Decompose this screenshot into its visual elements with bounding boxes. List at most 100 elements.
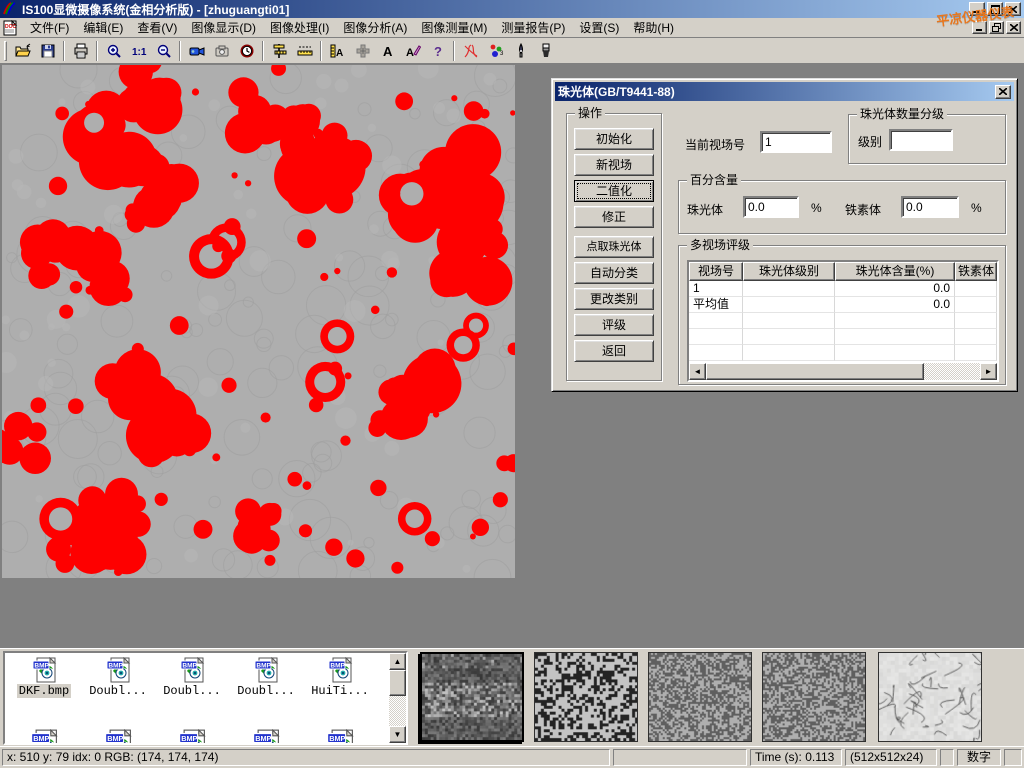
curve-button[interactable] (458, 39, 483, 62)
measure-text-button[interactable]: A (325, 39, 350, 62)
maximize-button[interactable] (987, 2, 1003, 16)
menu-item-4[interactable]: 图像显示(D) (184, 17, 263, 38)
scrollbar-thumb[interactable] (389, 670, 406, 696)
dialog-title-bar[interactable]: 珠光体(GB/T9441-88) (555, 82, 1014, 101)
op-button-3[interactable]: 二值化 (574, 180, 654, 202)
annotate-button[interactable]: A (400, 39, 425, 62)
file-item[interactable]: BMPDoubl... (81, 657, 155, 698)
op-button-6[interactable]: 自动分类 (574, 262, 654, 284)
scrollbar-track[interactable] (924, 363, 980, 380)
mdi-restore-button[interactable] (989, 21, 1004, 34)
menu-item-5[interactable]: 图像处理(I) (263, 17, 336, 38)
percent-group-label: 百分含量 (687, 173, 741, 187)
brush-button[interactable] (533, 39, 558, 62)
toolbar-grip[interactable] (4, 41, 7, 61)
scroll-right-icon[interactable]: ► (980, 363, 997, 380)
scroll-up-icon[interactable]: ▲ (389, 653, 406, 670)
table-row[interactable] (689, 313, 997, 329)
table-row[interactable] (689, 345, 997, 361)
thumbnail-speckle-1[interactable] (648, 652, 752, 742)
level-input[interactable] (889, 129, 953, 151)
pearlite-percent-input[interactable]: 0.0 (743, 196, 799, 218)
svg-text:BMP: BMP (33, 734, 49, 743)
table-cell: 0.0 (835, 297, 955, 313)
rating-column-header[interactable]: 铁素体 (955, 262, 997, 281)
help-button[interactable]: ? (425, 39, 450, 62)
thumbnail-dark-banded[interactable] (420, 652, 524, 742)
op-button-9[interactable]: 返回 (574, 340, 654, 362)
zoom-in-button[interactable] (101, 39, 126, 62)
menu-item-6[interactable]: 图像分析(A) (336, 17, 414, 38)
menu-item-1[interactable]: 文件(F) (23, 17, 76, 38)
file-item[interactable]: BMP (81, 729, 155, 745)
toolbar-separator (63, 41, 65, 61)
file-item[interactable]: BMP (229, 729, 303, 745)
percent-group: 百分含量 珠光体 0.0 % 铁素体 0.0 % (678, 180, 1006, 234)
scroll-down-icon[interactable]: ▼ (389, 726, 406, 743)
actual-size-button[interactable]: 1:1 (126, 39, 151, 62)
table-row[interactable] (689, 329, 997, 345)
bmp-file-icon: BMP (325, 657, 355, 684)
scroll-left-icon[interactable]: ◄ (689, 363, 706, 380)
merge-button[interactable] (350, 39, 375, 62)
menu-item-8[interactable]: 测量报告(P) (494, 17, 572, 38)
op-button-7[interactable]: 更改类别 (574, 288, 654, 310)
table-cell (835, 345, 955, 361)
pen-button[interactable] (508, 39, 533, 62)
file-item[interactable]: BMP (155, 729, 229, 745)
document-icon[interactable]: DOC (3, 20, 19, 36)
file-browser-vscrollbar[interactable]: ▲ ▼ (389, 653, 406, 743)
file-item[interactable]: BMP (303, 729, 377, 745)
rating-table-hscrollbar[interactable]: ◄ ► (689, 363, 997, 380)
menu-item-9[interactable]: 设置(S) (572, 17, 626, 38)
svg-text:A: A (383, 44, 393, 59)
thumbnail-graphite-flakes[interactable] (878, 652, 982, 742)
file-item[interactable]: BMPDoubl... (229, 657, 303, 698)
rating-column-header[interactable]: 视场号 (689, 262, 743, 281)
camera-button[interactable] (209, 39, 234, 62)
table-cell (955, 345, 997, 361)
table-cell (689, 313, 743, 329)
print-button[interactable] (68, 39, 93, 62)
current-field-input[interactable]: 1 (760, 131, 832, 153)
op-button-8[interactable]: 评级 (574, 314, 654, 336)
video-camera-button[interactable] (184, 39, 209, 62)
scrollbar-thumb[interactable] (706, 363, 924, 380)
mdi-minimize-button[interactable] (972, 21, 987, 34)
rating-table[interactable]: 视场号珠光体级别珠光体含量(%)铁素体 10.0平均值0.0 ◄ ► (687, 260, 999, 382)
minimize-button[interactable] (969, 2, 985, 16)
menu-item-10[interactable]: 帮助(H) (626, 17, 681, 38)
menu-item-3[interactable]: 查看(V) (130, 17, 184, 38)
bmp-file-icon: BMP (29, 657, 59, 684)
mdi-close-button[interactable] (1006, 21, 1021, 34)
rating-column-header[interactable]: 珠光体含量(%) (835, 262, 955, 281)
file-item[interactable]: BMPHuiTi... (303, 657, 377, 698)
file-item[interactable]: BMP (7, 729, 81, 745)
save-button[interactable] (35, 39, 60, 62)
close-button[interactable] (1005, 2, 1021, 16)
bmp-file-icon: BMP (177, 657, 207, 684)
table-row[interactable]: 平均值0.0 (689, 297, 997, 313)
op-button-2[interactable]: 新视场 (574, 154, 654, 176)
ruler-button[interactable] (292, 39, 317, 62)
file-item[interactable]: BMPDKF.bmp (7, 657, 81, 698)
clock-button[interactable] (234, 39, 259, 62)
dialog-close-button[interactable] (995, 85, 1011, 99)
op-button-1[interactable]: 初始化 (574, 128, 654, 150)
file-item[interactable]: BMPDoubl... (155, 657, 229, 698)
op-button-4[interactable]: 修正 (574, 206, 654, 228)
open-button[interactable] (10, 39, 35, 62)
text-button[interactable]: A (375, 39, 400, 62)
zoom-out-button[interactable] (151, 39, 176, 62)
menu-item-7[interactable]: 图像测量(M) (414, 17, 494, 38)
classify-points-button[interactable]: 3 (483, 39, 508, 62)
ferrite-percent-input[interactable]: 0.0 (901, 196, 959, 218)
metallographic-image[interactable] (2, 65, 515, 578)
thumbnail-speckle-2[interactable] (762, 652, 866, 742)
caliper-button[interactable] (267, 39, 292, 62)
menu-item-2[interactable]: 编辑(E) (76, 17, 130, 38)
op-button-5[interactable]: 点取珠光体 (574, 236, 654, 258)
table-row[interactable]: 10.0 (689, 281, 997, 297)
thumbnail-high-contrast[interactable] (534, 652, 638, 742)
rating-column-header[interactable]: 珠光体级别 (743, 262, 835, 281)
